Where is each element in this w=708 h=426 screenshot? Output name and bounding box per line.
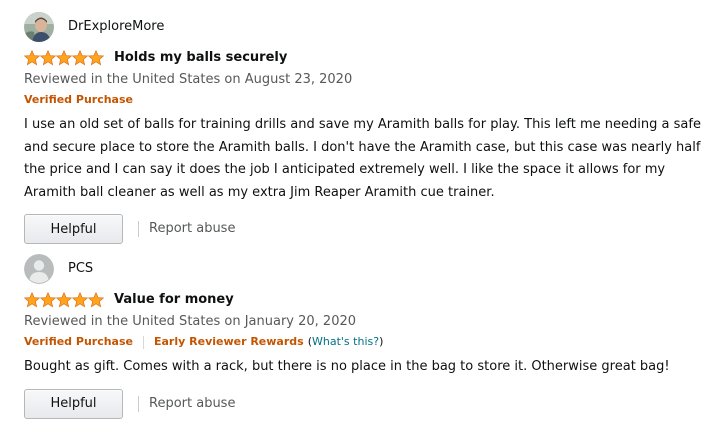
review-body: I use an old set of balls for training d… <box>24 117 701 200</box>
star-icon <box>40 50 56 66</box>
paren-close: ) <box>379 335 384 348</box>
star-icon <box>40 292 56 308</box>
review-title[interactable]: Value for money <box>114 290 234 310</box>
report-abuse-link[interactable]: Report abuse <box>149 214 235 244</box>
review-badges: Verified Purchase <box>24 92 708 108</box>
divider <box>138 221 139 237</box>
star-rating[interactable] <box>24 50 104 66</box>
helpful-button[interactable]: Helpful <box>24 388 123 419</box>
avatar[interactable] <box>24 254 54 284</box>
reviewer-name[interactable]: DrExploreMore <box>68 12 164 42</box>
review-card: PCS Value for money Reviewed in the Unit… <box>24 254 708 419</box>
verified-purchase-badge[interactable]: Verified Purchase <box>24 92 133 108</box>
star-icon <box>88 50 104 66</box>
review-title[interactable]: Holds my balls securely <box>114 48 287 68</box>
review-body: Bought as gift. Comes with a rack, but t… <box>24 359 670 374</box>
early-reviewer-badge: Early Reviewer Rewards <box>154 335 304 348</box>
report-abuse-link[interactable]: Report abuse <box>149 389 235 419</box>
star-icon <box>56 292 72 308</box>
avatar[interactable] <box>24 12 54 42</box>
review-date: Reviewed in the United States on August … <box>24 72 353 87</box>
star-icon <box>72 50 88 66</box>
divider <box>143 335 144 349</box>
star-icon <box>24 292 40 308</box>
reviewer-name[interactable]: PCS <box>68 254 93 284</box>
reviewer-profile[interactable]: PCS <box>24 254 708 284</box>
profile-photo-icon <box>24 12 54 42</box>
divider <box>138 395 139 412</box>
review-badges: Verified Purchase Early Reviewer Rewards… <box>24 334 708 350</box>
review-title-row: Holds my balls securely <box>24 48 708 68</box>
review-actions: Helpful Report abuse <box>24 214 708 244</box>
whats-this: (What's this?) <box>308 334 384 350</box>
review-actions: Helpful Report abuse <box>24 388 708 419</box>
star-icon <box>56 50 72 66</box>
helpful-button[interactable]: Helpful <box>24 214 123 244</box>
review-card: DrExploreMore Holds my balls securely Re… <box>24 12 708 244</box>
verified-purchase-badge[interactable]: Verified Purchase <box>24 334 133 350</box>
star-icon <box>24 50 40 66</box>
star-rating[interactable] <box>24 292 104 308</box>
star-icon <box>88 292 104 308</box>
star-icon <box>72 292 88 308</box>
whats-this-link[interactable]: What's this? <box>312 335 379 348</box>
review-date: Reviewed in the United States on January… <box>24 314 357 329</box>
default-user-icon <box>24 254 54 284</box>
reviewer-profile[interactable]: DrExploreMore <box>24 12 708 42</box>
review-title-row: Value for money <box>24 290 708 310</box>
